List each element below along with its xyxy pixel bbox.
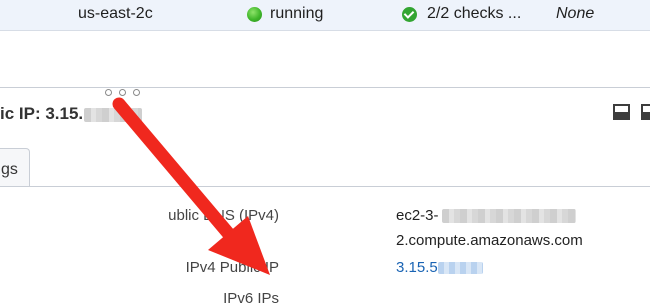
annotation-arrow [112,97,270,275]
arrow-shaft [112,97,235,240]
